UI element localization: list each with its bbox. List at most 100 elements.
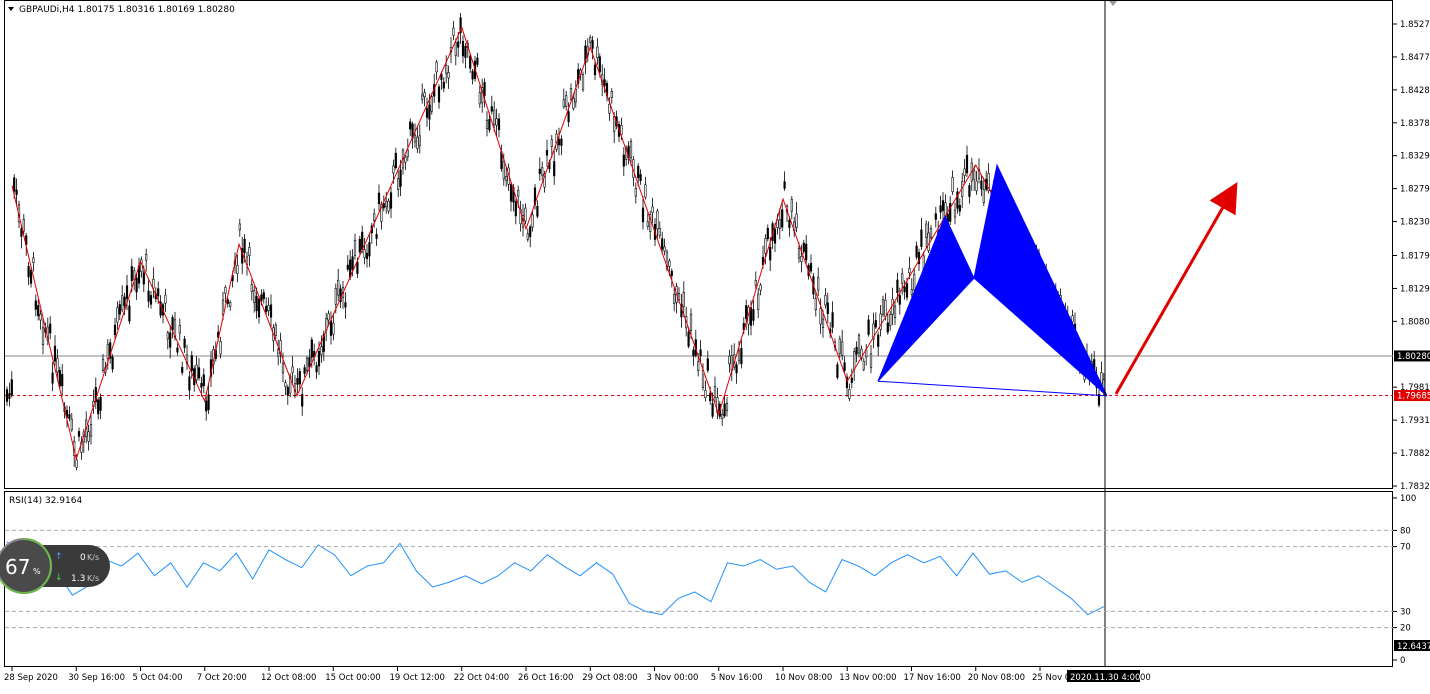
- candle-body: [641, 207, 645, 223]
- candle-body: [788, 219, 791, 228]
- candle-body: [581, 74, 585, 91]
- candle-body: [34, 300, 37, 310]
- candle-body: [68, 414, 71, 419]
- candle-body: [673, 294, 676, 304]
- candle-body: [382, 203, 385, 209]
- widget-percent-unit: %: [33, 567, 41, 576]
- candle-body: [591, 40, 594, 49]
- candle-body: [15, 189, 18, 195]
- main-pane-frame: [4, 0, 1393, 489]
- candle-body: [740, 348, 743, 365]
- candle-body: [13, 177, 16, 192]
- candle-body: [125, 285, 129, 299]
- time-tick-label: 5 Oct 04:00: [133, 673, 183, 683]
- candle-body: [77, 431, 81, 437]
- candle-body: [913, 273, 916, 291]
- candle-body: [298, 371, 301, 385]
- candle-body: [569, 88, 573, 100]
- candle-body: [711, 403, 714, 417]
- candle-body: [457, 41, 460, 48]
- candle-body: [447, 72, 450, 79]
- candle-body: [358, 239, 361, 253]
- price-tick-label: 1.81790: [1400, 251, 1430, 261]
- crosshair-time-label: 2020.11.30 4:00: [1070, 673, 1140, 683]
- candle-body: [373, 213, 376, 221]
- candle-body: [893, 305, 897, 319]
- candle-body: [353, 240, 357, 256]
- price-tick-label: 1.84280: [1400, 86, 1430, 96]
- candle-body: [111, 356, 114, 370]
- price-tick-label: 1.80800: [1400, 317, 1430, 327]
- candle-body: [874, 320, 877, 328]
- candle-body: [713, 386, 717, 398]
- candle-body: [610, 90, 613, 98]
- candle-body: [644, 184, 647, 198]
- candle-body: [689, 313, 693, 331]
- candle-body: [901, 273, 904, 284]
- price-tick-label: 1.81295: [1400, 284, 1430, 294]
- pattern-triangle-bcd: [973, 163, 1108, 397]
- candle-body: [113, 324, 117, 336]
- candle-body: [10, 379, 13, 396]
- candle-body: [430, 96, 433, 112]
- time-tick-label: 19 Oct 12:00: [390, 673, 445, 683]
- candle-body: [557, 139, 561, 146]
- widget-download: 1.3: [71, 574, 85, 584]
- candle-body: [910, 289, 913, 295]
- candle-body: [769, 246, 772, 261]
- price-tick-label: 1.83290: [1400, 152, 1430, 162]
- candle-body: [502, 161, 505, 180]
- candle-body: [529, 226, 532, 238]
- candle-body: [389, 192, 393, 209]
- candle-body: [941, 200, 945, 211]
- candle-body: [188, 376, 191, 391]
- candle-body: [183, 338, 186, 348]
- candle-body: [181, 366, 184, 373]
- candle-body: [953, 209, 957, 218]
- network-speed-widget[interactable]: 67 % ↑ 0 K/s ↓ 1.3 K/s: [0, 538, 110, 594]
- candle-body: [560, 138, 563, 146]
- candle-body: [692, 349, 695, 357]
- candle-body: [658, 228, 661, 236]
- candle-body: [478, 92, 481, 105]
- chart-canvas[interactable]: GBPAUDi,H4 1.80175 1.80316 1.80169 1.802…: [0, 0, 1430, 691]
- candle-body: [495, 118, 498, 126]
- menu-triangle-icon[interactable]: [8, 7, 14, 11]
- candle-body: [200, 382, 203, 388]
- candle-body: [176, 347, 179, 353]
- chart-window[interactable]: GBPAUDi,H4 1.80175 1.80316 1.80169 1.802…: [0, 0, 1430, 691]
- candle-body: [536, 205, 539, 217]
- candle-body: [982, 189, 985, 203]
- candle-body: [629, 141, 633, 159]
- candle-body: [721, 413, 724, 419]
- candle-body: [939, 205, 942, 213]
- candle-body: [728, 355, 731, 365]
- candle-body: [476, 57, 479, 65]
- candle-body: [291, 366, 294, 373]
- candle-body: [531, 214, 534, 228]
- price-tick-label: 1.78820: [1400, 449, 1430, 459]
- candle-body: [274, 324, 277, 337]
- candle-body: [89, 424, 93, 437]
- candle-body: [377, 192, 381, 205]
- candle-body: [452, 27, 455, 36]
- candle-body: [802, 242, 805, 252]
- candle-body: [106, 343, 109, 359]
- candle-body: [701, 369, 705, 388]
- rsi-tick-label: 100: [1400, 494, 1416, 504]
- current-price-label: 1.80280: [1397, 352, 1430, 362]
- candle-body: [589, 36, 592, 43]
- rsi-pane-frame: [4, 491, 1393, 667]
- candle-body: [889, 313, 892, 327]
- candle-body: [773, 228, 777, 244]
- candle-body: [435, 61, 438, 73]
- candle-body: [284, 382, 287, 388]
- candle-body: [219, 341, 222, 355]
- upload-arrow-icon: ↑: [55, 552, 63, 562]
- candle-body: [927, 232, 930, 251]
- download-arrow-icon: ↓: [55, 573, 63, 583]
- candle-body: [169, 332, 172, 348]
- candle-body: [596, 46, 599, 59]
- candle-body: [152, 278, 155, 289]
- candle-body: [118, 304, 121, 315]
